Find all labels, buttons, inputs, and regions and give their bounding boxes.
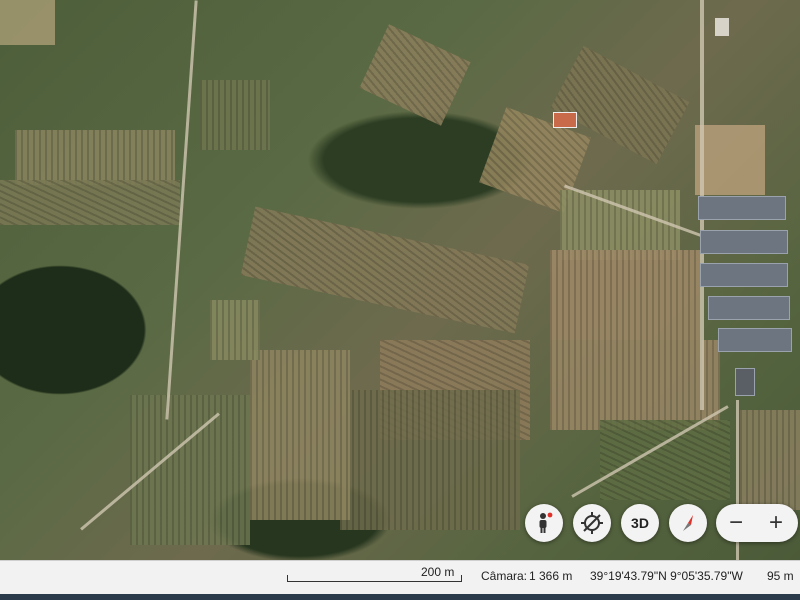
compass-button[interactable] [669,504,707,542]
zoom-in-button[interactable]: + [756,504,796,542]
map-field [15,130,175,185]
scale-label: 200 m [421,565,455,579]
camera-label: Câmara: [481,569,528,583]
house [553,112,577,128]
map-field [0,180,180,225]
pegman-icon [539,512,553,533]
greenhouse [718,328,792,352]
map-field [200,80,270,150]
map-field [600,420,730,500]
window-bottom-strip [0,594,800,600]
greenhouse [708,296,790,320]
map-field [359,24,471,126]
toggle-3d-label: 3D [631,515,649,531]
street-view-button[interactable] [525,504,563,542]
map-field [740,410,800,510]
coordinates: 39°19'43.79"N 9°05'35.79"W [590,569,743,583]
map-field [695,125,765,195]
camera-altitude: 1 366 m [529,569,573,583]
location-icon [581,512,603,534]
satellite-map[interactable] [0,0,800,566]
toggle-3d-button[interactable]: 3D [621,504,659,542]
building [735,368,755,396]
elevation: 95 m [767,569,794,583]
map-field [340,390,520,530]
greenhouse [700,230,788,254]
map-field [550,340,720,430]
map-field [240,206,530,334]
zoom-out-button[interactable]: − [716,504,756,542]
compass-icon [683,515,693,531]
map-field [0,0,55,45]
map-field [250,350,350,520]
greenhouse [700,263,788,287]
zoom-control: − + [716,504,798,542]
map-field [550,250,700,340]
map-field [210,300,260,360]
map-status-bar: 200 m Câmara: 1 366 m 39°19'43.79"N 9°05… [0,560,800,595]
my-location-button[interactable] [573,504,611,542]
house [715,18,729,36]
greenhouse [698,196,786,220]
